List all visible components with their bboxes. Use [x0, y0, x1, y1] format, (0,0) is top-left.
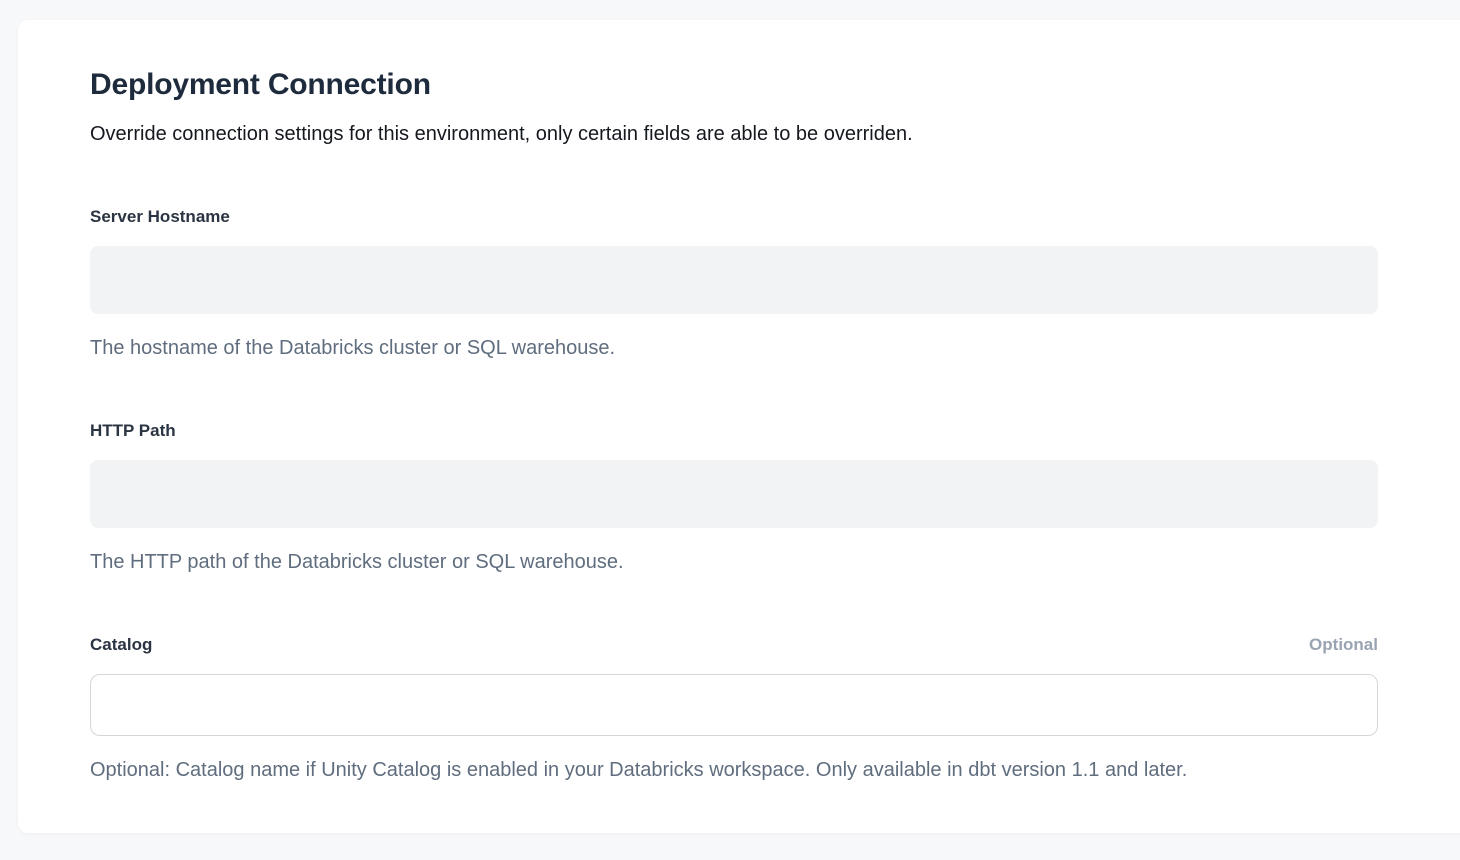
catalog-label: Catalog — [90, 634, 152, 656]
catalog-optional-badge: Optional — [1309, 634, 1378, 656]
field-server-hostname: Server Hostname The hostname of the Data… — [90, 206, 1378, 362]
deployment-connection-card: Deployment Connection Override connectio… — [18, 20, 1460, 833]
page-subtitle: Override connection settings for this en… — [90, 121, 1378, 148]
field-header: Catalog Optional — [90, 634, 1378, 656]
field-http-path: HTTP Path The HTTP path of the Databrick… — [90, 420, 1378, 576]
catalog-help: Optional: Catalog name if Unity Catalog … — [90, 757, 1378, 784]
field-catalog: Catalog Optional Optional: Catalog name … — [90, 634, 1378, 784]
field-header: Server Hostname — [90, 206, 1378, 228]
server-hostname-help: The hostname of the Databricks cluster o… — [90, 335, 1378, 362]
http-path-label: HTTP Path — [90, 420, 176, 442]
field-header: HTTP Path — [90, 420, 1378, 442]
catalog-input[interactable] — [90, 674, 1378, 736]
server-hostname-input[interactable] — [90, 246, 1378, 314]
page-title: Deployment Connection — [90, 65, 1378, 105]
card-content: Deployment Connection Override connectio… — [18, 20, 1460, 824]
server-hostname-label: Server Hostname — [90, 206, 230, 228]
http-path-input[interactable] — [90, 460, 1378, 528]
http-path-help: The HTTP path of the Databricks cluster … — [90, 549, 1378, 576]
